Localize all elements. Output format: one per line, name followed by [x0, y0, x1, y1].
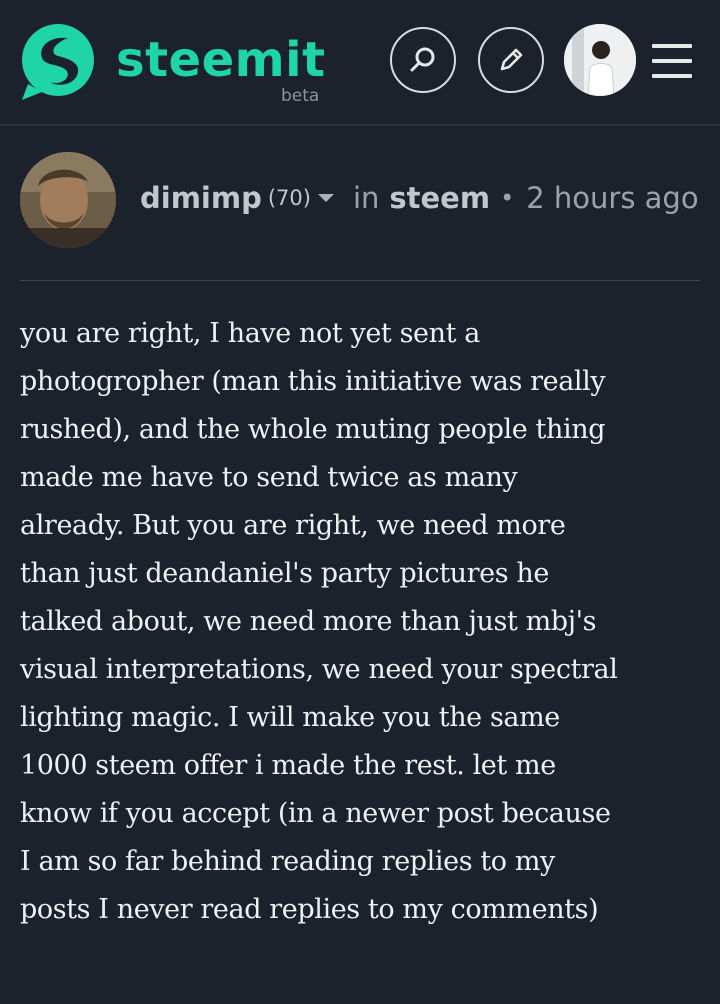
category-link[interactable]: steem [389, 181, 490, 215]
user-avatar-image [564, 24, 636, 96]
user-avatar[interactable] [564, 24, 636, 96]
post-body: you are right, I have not yet sent a pho… [20, 318, 618, 925]
pencil-icon [500, 48, 523, 71]
chevron-down-icon[interactable] [317, 192, 335, 204]
search-icon [410, 47, 435, 72]
author-avatar-image [20, 152, 116, 248]
post-timestamp[interactable]: 2 hours ago [526, 181, 698, 215]
top-header: steemit beta [0, 0, 720, 126]
beta-badge: beta [281, 86, 320, 106]
post-meta: dimimp (70) in steem • 2 hours ago [140, 178, 699, 218]
post-header: dimimp (70) in steem • 2 hours ago [0, 126, 720, 278]
logo-text[interactable]: steemit [116, 30, 326, 90]
submit-post-button[interactable] [478, 27, 544, 93]
search-button[interactable] [390, 27, 456, 93]
in-label: in [352, 181, 380, 215]
hamburger-menu-icon[interactable] [652, 44, 692, 78]
steemit-logo-icon[interactable] [20, 22, 96, 100]
author-reputation: (70) [267, 186, 311, 210]
author-avatar[interactable] [20, 152, 116, 248]
divider [20, 280, 700, 281]
meta-separator: • [500, 184, 515, 212]
author-name[interactable]: dimimp [140, 181, 262, 215]
